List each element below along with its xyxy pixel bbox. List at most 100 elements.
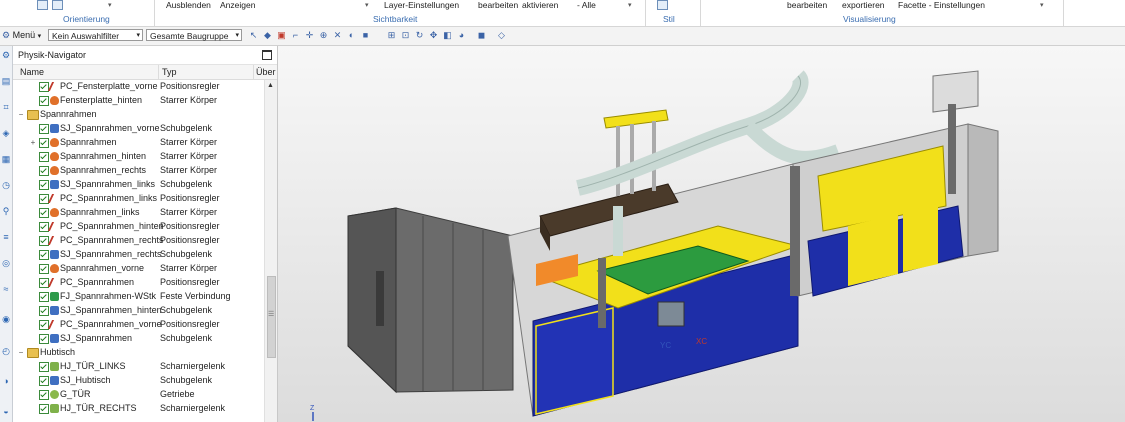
view-icon[interactable] <box>37 0 48 10</box>
tree-row[interactable]: + Spannrahmen Starrer Körper <box>13 136 263 150</box>
column-overflow[interactable]: Über <box>256 67 276 77</box>
visibility-checkbox[interactable] <box>39 152 49 162</box>
part-navigator-icon[interactable]: ◈ <box>1 128 11 138</box>
snap-point-icon[interactable]: ▣ <box>276 30 287 41</box>
visibility-checkbox[interactable] <box>39 390 49 400</box>
view-orient-icon[interactable]: ◐ <box>346 30 357 41</box>
render-style-icon[interactable]: ◕ <box>456 30 467 41</box>
tree-group[interactable]: − Hubtisch <box>13 346 263 360</box>
scroll-up-icon[interactable]: ▲ <box>267 82 274 89</box>
select-arrow-icon[interactable]: ↖ <box>248 30 259 41</box>
column-name[interactable]: Name <box>20 67 44 77</box>
intersection-icon[interactable]: ✕ <box>332 30 343 41</box>
layer-select[interactable]: - Alle <box>577 0 596 10</box>
tree-row[interactable]: SJ_Spannrahmen_rechts Schubgelenk <box>13 248 263 262</box>
maximize-icon[interactable] <box>262 50 272 60</box>
runtime-inspector-icon[interactable]: ◎ <box>1 258 11 268</box>
tree-row[interactable]: SJ_Hubtisch Schubgelenk <box>13 374 263 388</box>
center-icon[interactable]: ⊕ <box>318 30 329 41</box>
tree-row[interactable]: PC_Spannrahmen_vorne Positionsregler <box>13 318 263 332</box>
zoom-icon[interactable]: ⊡ <box>400 30 411 41</box>
tree-row[interactable]: SJ_Spannrahmen_links Schubgelenk <box>13 178 263 192</box>
palette-icon[interactable]: ◒ <box>1 406 11 416</box>
visibility-checkbox[interactable] <box>39 376 49 386</box>
bearbeiten-button-2[interactable]: bearbeiten <box>787 0 827 10</box>
rotate-icon[interactable]: ↻ <box>414 30 425 41</box>
navigator-scrollbar[interactable]: ▲ ☰ <box>264 80 277 422</box>
visibility-checkbox[interactable] <box>39 334 49 344</box>
tree-row[interactable]: PC_Spannrahmen_rechts Positionsregler <box>13 234 263 248</box>
tree-group[interactable]: − Spannrahmen <box>13 108 263 122</box>
aktivieren-button[interactable]: aktivieren <box>522 0 558 10</box>
shading-icon[interactable]: ◼ <box>476 30 487 41</box>
graphics-viewport[interactable]: YC XC Z <box>278 46 1125 422</box>
tree-row[interactable]: PC_Spannrahmen_links Positionsregler <box>13 192 263 206</box>
menu-button[interactable]: ⚙ Menü ▾ <box>2 30 41 41</box>
visibility-checkbox[interactable] <box>39 124 49 134</box>
tree-row[interactable]: PC_Fensterplatte_vorne Positionsregler <box>13 80 263 94</box>
expand-icon[interactable]: + <box>29 138 37 147</box>
visibility-checkbox[interactable] <box>39 166 49 176</box>
chevron-down-icon[interactable]: ▾ <box>365 1 369 9</box>
signal-icon[interactable]: ≈ <box>1 284 11 294</box>
cube-icon[interactable]: ■ <box>360 30 371 41</box>
tree-row[interactable]: Spannrahmen_rechts Starrer Körper <box>13 164 263 178</box>
collapse-icon[interactable]: − <box>17 348 25 357</box>
bearbeiten-button[interactable]: bearbeiten <box>478 0 518 10</box>
physics-navigator-icon[interactable]: ⚲ <box>1 206 11 216</box>
tree-row[interactable]: FJ_Spannrahmen-WStk Feste Verbindung <box>13 290 263 304</box>
visibility-checkbox[interactable] <box>39 404 49 414</box>
tree-row[interactable]: SJ_Spannrahmen_vorne Schubgelenk <box>13 122 263 136</box>
tree-row[interactable]: PC_Spannrahmen Positionsregler <box>13 276 263 290</box>
tree-row[interactable]: HJ_TÜR_LINKS Scharniergelenk <box>13 360 263 374</box>
view-icon[interactable] <box>52 0 63 10</box>
visibility-checkbox[interactable] <box>39 292 49 302</box>
exportieren-button[interactable]: exportieren <box>842 0 885 10</box>
scope-dropdown[interactable]: Gesamte Baugruppe ▾ <box>146 29 242 41</box>
sequence-navigator-icon[interactable]: ≡ <box>1 232 11 242</box>
timer-icon[interactable]: ◴ <box>1 346 11 356</box>
assembly-navigator-icon[interactable]: ▤ <box>1 76 11 86</box>
select-feature-icon[interactable]: ◆ <box>262 30 273 41</box>
visibility-checkbox[interactable] <box>39 362 49 372</box>
ausblenden-button[interactable]: Ausblenden <box>166 0 211 10</box>
style-icon[interactable] <box>657 0 668 10</box>
tree-row[interactable]: Spannrahmen_vorne Starrer Körper <box>13 262 263 276</box>
visibility-checkbox[interactable] <box>39 138 49 148</box>
section-icon[interactable]: ◧ <box>442 30 453 41</box>
collapse-icon[interactable]: − <box>17 110 25 119</box>
tree-row[interactable]: SJ_Spannrahmen_hinten Schubgelenk <box>13 304 263 318</box>
layer-einstellungen-button[interactable]: Layer-Einstellungen <box>384 0 459 10</box>
reuse-library-icon[interactable]: ▦ <box>1 154 11 164</box>
history-icon[interactable]: ◷ <box>1 180 11 190</box>
visibility-checkbox[interactable] <box>39 250 49 260</box>
selection-filter-dropdown[interactable]: Kein Auswahlfilter ▾ <box>48 29 143 41</box>
tree-row[interactable]: HJ_TÜR_RECHTS Scharniergelenk <box>13 402 263 416</box>
facette-einstellungen-button[interactable]: Facette - Einstellungen <box>898 0 985 10</box>
visibility-checkbox[interactable] <box>39 180 49 190</box>
midpoint-icon[interactable]: ✛ <box>304 30 315 41</box>
visibility-checkbox[interactable] <box>39 208 49 218</box>
tree-row[interactable]: G_TÜR Getriebe <box>13 388 263 402</box>
tree-row[interactable]: Spannrahmen_hinten Starrer Körper <box>13 150 263 164</box>
roles-icon[interactable]: ◑ <box>1 376 11 386</box>
visibility-checkbox[interactable] <box>39 264 49 274</box>
fit-view-icon[interactable]: ⊞ <box>386 30 397 41</box>
web-browser-icon[interactable]: ◉ <box>1 314 11 324</box>
constraint-navigator-icon[interactable]: ⌗ <box>1 102 11 112</box>
anzeigen-button[interactable]: Anzeigen <box>220 0 255 10</box>
chevron-down-icon[interactable]: ▾ <box>108 1 112 9</box>
pan-icon[interactable]: ✥ <box>428 30 439 41</box>
chevron-down-icon[interactable]: ▾ <box>628 1 632 9</box>
visibility-checkbox[interactable] <box>39 96 49 106</box>
tree-row[interactable]: Spannrahmen_links Starrer Körper <box>13 206 263 220</box>
display-icon[interactable]: ◇ <box>496 30 507 41</box>
tree-row[interactable]: SJ_Spannrahmen Schubgelenk <box>13 332 263 346</box>
column-type[interactable]: Typ <box>162 67 177 77</box>
tree-row[interactable]: PC_Spannrahmen_hinten Positionsregler <box>13 220 263 234</box>
visibility-checkbox[interactable] <box>39 306 49 316</box>
column-divider[interactable] <box>158 65 159 79</box>
tree-row[interactable]: Fensterplatte_hinten Starrer Körper <box>13 94 263 108</box>
column-divider[interactable] <box>253 65 254 79</box>
chevron-down-icon[interactable]: ▾ <box>1040 1 1044 9</box>
